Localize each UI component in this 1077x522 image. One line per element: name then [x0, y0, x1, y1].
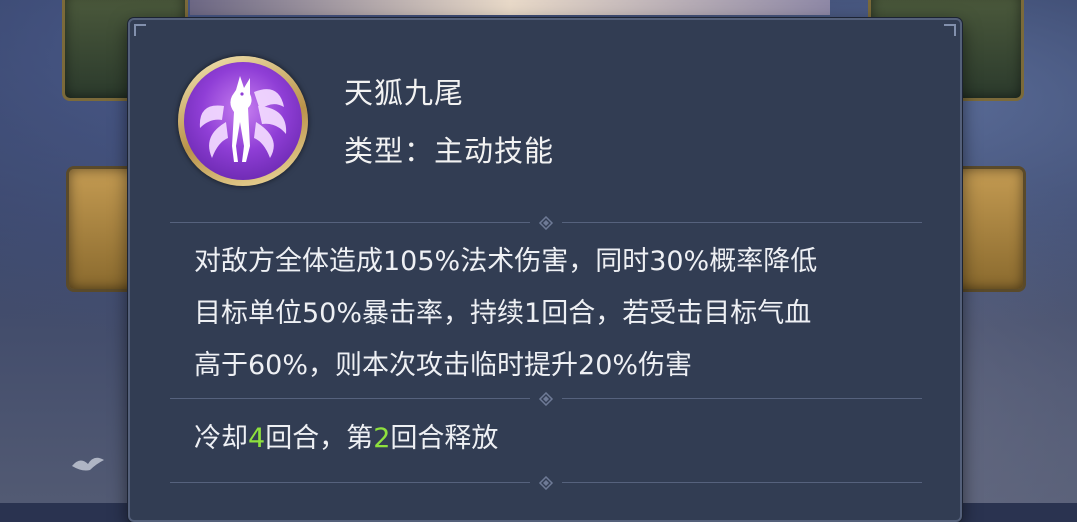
- divider-ornament-icon: [538, 392, 554, 406]
- cooldown-prefix: 冷却: [194, 423, 248, 454]
- bird-icon: [72, 457, 104, 471]
- background-banner: [190, 0, 830, 15]
- panel-corner-ornament: [944, 24, 956, 36]
- skill-description: 对敌方全体造成105%法术伤害，同时30%概率降低 目标单位50%暴击率，持续1…: [194, 236, 934, 392]
- cooldown-turns: 4: [248, 423, 266, 454]
- divider-ornament-icon: [538, 476, 554, 490]
- skill-cooldown: 冷却4回合，第2回合释放: [194, 416, 498, 455]
- section-divider: [170, 392, 922, 406]
- skill-name: 天狐九尾: [344, 76, 465, 110]
- description-line: 目标单位50%暴击率，持续1回合，若受击目标气血: [194, 298, 812, 329]
- cooldown-mid: 回合，第: [265, 423, 374, 454]
- cooldown-suffix: 回合释放: [390, 423, 499, 454]
- skill-type-value: 主动技能: [434, 134, 555, 168]
- skill-icon-frame: [178, 56, 308, 186]
- divider-ornament-icon: [538, 216, 554, 230]
- description-line: 高于60%，则本次攻击临时提升20%伤害: [194, 350, 693, 381]
- skill-type: 类型：主动技能: [344, 128, 554, 170]
- section-divider: [170, 216, 922, 230]
- skill-tooltip-panel: 天狐九尾 类型：主动技能 对敌方全体造成105%法术伤害，同时30%概率降低 目…: [128, 18, 962, 522]
- nine-tailed-fox-icon: [184, 62, 302, 180]
- description-line: 对敌方全体造成105%法术伤害，同时30%概率降低: [194, 246, 818, 277]
- panel-corner-ornament: [134, 24, 146, 36]
- cooldown-release-turn: 2: [373, 423, 391, 454]
- section-divider: [170, 476, 922, 490]
- skill-type-label: 类型：: [344, 134, 435, 168]
